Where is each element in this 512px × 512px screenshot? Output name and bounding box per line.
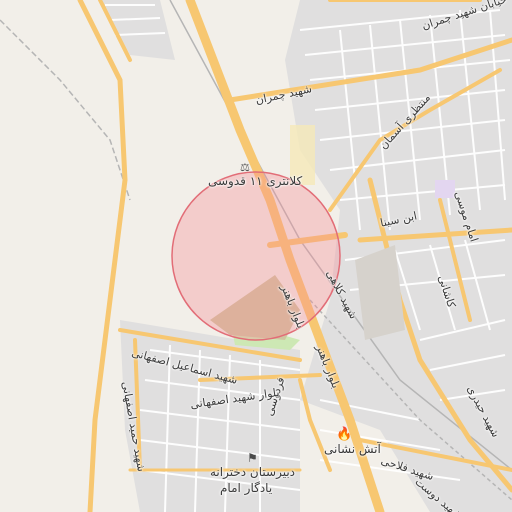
police-icon[interactable]: ⚖ (240, 162, 250, 173)
school-icon[interactable]: ⚑ (247, 452, 258, 464)
poi-label-fire-station[interactable]: آتش نشانی (324, 442, 381, 456)
search-radius-circle[interactable] (171, 171, 341, 341)
poi-label-school-line2[interactable]: یادگار امام (220, 481, 272, 495)
poi-label-school-line1[interactable]: دبیرستان دخترانه (210, 465, 295, 479)
fire-station-icon[interactable]: 🔥 (336, 428, 352, 441)
map-base-layer (0, 0, 512, 512)
poi-label-police[interactable]: کلانتری ۱۱ قدوسی (208, 174, 302, 188)
map-canvas[interactable]: خیابان شهید چمران شهید چمران منتظری آسما… (0, 0, 512, 512)
